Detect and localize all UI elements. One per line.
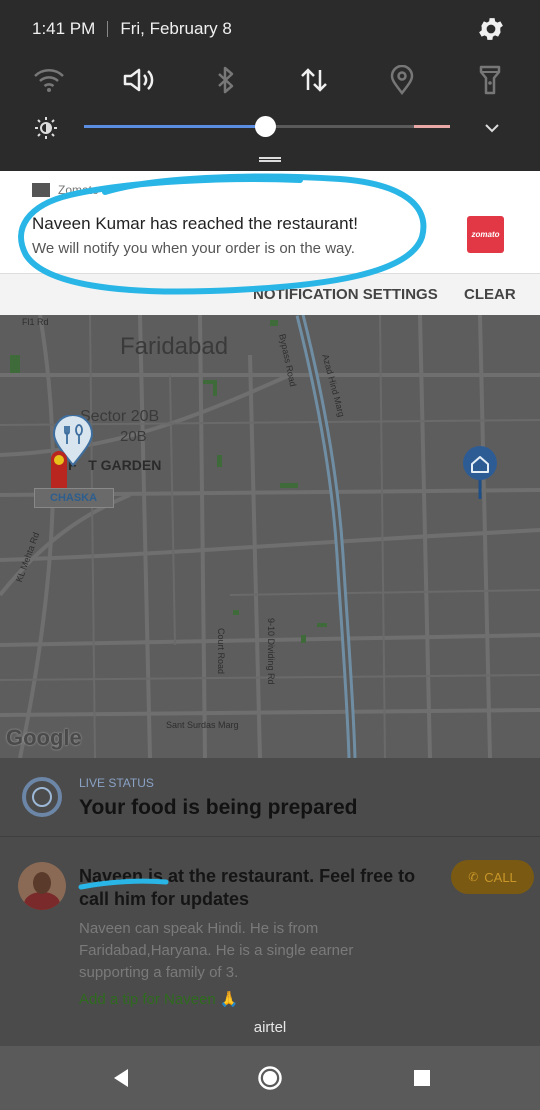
brightness-fill: [84, 125, 266, 128]
rider-helmet: [54, 455, 64, 465]
road-label-sant-surdas: Sant Surdas Marg: [166, 720, 239, 730]
location-icon[interactable]: [380, 58, 424, 102]
notification-text: We will notify you when your order is on…: [32, 240, 355, 257]
chevron-down-icon[interactable]: [482, 118, 502, 138]
driver-avatar: [18, 862, 66, 910]
brightness-row: [0, 112, 540, 142]
live-status-title: Your food is being prepared: [79, 796, 358, 819]
date: Fri, February 8: [120, 19, 232, 38]
recents-icon[interactable]: [408, 1064, 436, 1092]
clear-button[interactable]: CLEAR: [464, 286, 516, 303]
notification-app-header: Zomato: [32, 183, 99, 197]
quick-tiles-row: [0, 58, 540, 102]
live-status-label: LIVE STATUS: [79, 776, 154, 790]
restaurant-tag-text: CHASKA: [50, 492, 98, 504]
app-small-icon: [32, 183, 50, 197]
notification-settings-button[interactable]: NOTIFICATION SETTINGS: [253, 286, 438, 303]
navigation-bar: [0, 1046, 540, 1110]
notification-app-name: Zomato: [58, 183, 99, 197]
volume-icon[interactable]: [116, 58, 160, 102]
restaurant-tag: CHASKA: [34, 488, 114, 508]
home-icon[interactable]: [256, 1064, 284, 1092]
home-pin-icon[interactable]: [462, 445, 498, 501]
sheet-divider: [0, 836, 540, 837]
brightness-auto-icon[interactable]: [34, 116, 58, 140]
underline-scribble: [78, 878, 169, 890]
road-label-dividing: 9-10 Dividing Rd: [266, 618, 276, 685]
google-attribution: Google: [6, 725, 82, 750]
drag-handle[interactable]: [259, 157, 281, 162]
road-label-court: Court Road: [216, 628, 226, 675]
live-status-icon: [22, 777, 62, 817]
data-transfer-icon[interactable]: [292, 58, 336, 102]
notification-title: Naveen Kumar has reached the restaurant!: [32, 214, 359, 233]
flashlight-icon[interactable]: [468, 58, 512, 102]
status-row: 1:41 PM Fri, February 8: [32, 19, 232, 39]
phone-icon: ✆: [468, 870, 479, 884]
add-tip-link[interactable]: Add a tip for Naveen 🙏: [79, 990, 239, 1008]
call-button[interactable]: ✆ CALL: [451, 860, 534, 894]
avatar-face: [33, 872, 51, 894]
status-separator: [107, 21, 109, 37]
notification-actions: NOTIFICATION SETTINGS CLEAR: [0, 273, 540, 315]
avatar-body: [24, 892, 60, 910]
notification-card[interactable]: Zomato Naveen Kumar has reached the rest…: [0, 171, 540, 273]
map-roads: [0, 315, 540, 758]
map-sector-sub: 20B: [120, 428, 147, 445]
brightness-high-zone: [414, 125, 450, 128]
quick-settings-panel: 1:41 PM Fri, February 8: [0, 0, 540, 170]
driver-info: Naveen can speak Hindi. He is from Farid…: [79, 920, 354, 981]
carrier-label: airtel: [253, 1019, 287, 1036]
bluetooth-icon[interactable]: [204, 58, 248, 102]
clock: 1:41 PM: [32, 19, 96, 38]
back-icon[interactable]: [107, 1064, 135, 1092]
settings-gear-icon[interactable]: [476, 14, 506, 44]
call-button-label: CALL: [484, 869, 517, 885]
brightness-slider-thumb[interactable]: [255, 116, 276, 137]
wifi-icon[interactable]: [27, 58, 71, 102]
map-city-label: Faridabad: [120, 333, 229, 360]
map-view[interactable]: Faridabad Sector 20B 20B F T GARDEN Bypa…: [0, 315, 540, 758]
zomato-logo: zomato: [467, 216, 504, 253]
live-status-inner-ring: [32, 787, 52, 807]
road-label-fl1: Fl1 Rd: [22, 317, 49, 327]
